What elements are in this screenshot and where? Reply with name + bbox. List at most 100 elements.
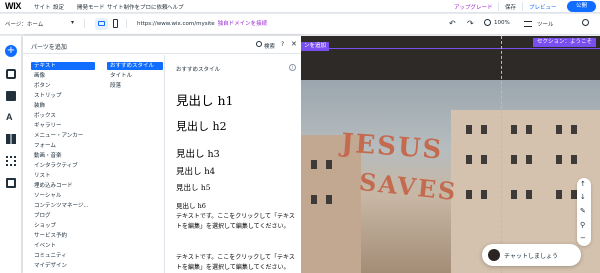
window <box>556 190 562 199</box>
wix-logo[interactable]: WIX <box>5 1 21 11</box>
page-selector[interactable]: ページ：ホーム <box>5 20 43 28</box>
search-icon[interactable] <box>256 41 262 47</box>
heading-h4-preset[interactable]: 見出し h4 <box>176 165 215 177</box>
window <box>526 155 532 164</box>
menu-settings[interactable]: 設定 <box>53 3 64 11</box>
undo-icon[interactable]: ↶ <box>449 19 456 28</box>
heading-h5-preset[interactable]: 見出し h5 <box>176 182 211 193</box>
chat-button[interactable]: チャットしましょう <box>482 244 581 266</box>
pencil-icon[interactable]: ✎ <box>580 207 586 215</box>
design-icon[interactable]: A <box>6 112 16 122</box>
site-canvas[interactable]: JESUS SAVES ンを追加 セクション：ようこそ チャットしましょう <box>301 36 600 273</box>
category-item[interactable]: 動画・音楽 <box>31 152 95 160</box>
add-section-tag[interactable]: ンを追加 <box>301 42 330 51</box>
menu-hire-pro[interactable]: サイト制作をプロに依頼 <box>107 3 168 11</box>
style-gallery: おすすめスタイル i 見出し h1 見出し h2 見出し h3 見出し h4 見… <box>171 55 301 273</box>
site-url-bar[interactable]: https://www.wix.com/mysite 独自ドメインを接続 <box>131 19 423 30</box>
category-item[interactable]: 装飾 <box>31 102 95 110</box>
add-elements-panel: パーツを追加 検索 ? ✕ テキスト 画像 ボタン ストリップ 装飾 ボックス … <box>23 36 301 273</box>
info-icon[interactable]: i <box>289 64 296 71</box>
category-item[interactable]: ボックス <box>31 112 95 120</box>
chevron-down-icon[interactable]: ▾ <box>71 19 74 26</box>
category-item[interactable]: インタラクティブ <box>31 162 95 170</box>
category-item[interactable]: ストリップ <box>31 92 95 100</box>
redo-icon[interactable]: ↷ <box>467 19 474 28</box>
divider <box>126 19 127 28</box>
category-item[interactable]: ブログ <box>31 212 95 220</box>
chat-icon <box>488 249 500 261</box>
category-item[interactable]: ギャラリー <box>31 122 95 130</box>
category-item[interactable]: ボタン <box>31 82 95 90</box>
search-icon[interactable] <box>582 19 589 26</box>
zoom-level[interactable]: 100% <box>494 20 510 26</box>
zoom-icon[interactable] <box>484 19 491 26</box>
category-item[interactable]: コミュニティ <box>31 252 95 260</box>
category-item[interactable]: サービス予約 <box>31 232 95 240</box>
category-text[interactable]: テキスト <box>31 62 95 70</box>
connect-domain-link[interactable]: 独自ドメインを接続 <box>218 21 268 27</box>
subcategory-featured[interactable]: おすすめスタイル <box>107 62 163 70</box>
window <box>466 125 472 134</box>
window <box>311 160 317 169</box>
window <box>311 195 317 204</box>
heading-h3-preset[interactable]: 見出し h3 <box>176 146 220 160</box>
window <box>526 190 532 199</box>
paragraph-preset[interactable]: テキストです。ここをクリックして「テキストを編集」を選択して編集してください。 <box>176 253 298 273</box>
window <box>556 155 562 164</box>
window <box>526 125 532 134</box>
section-label[interactable]: セクション：ようこそ <box>532 38 596 47</box>
preview-button[interactable]: プレビュー <box>529 3 557 11</box>
tools-icon[interactable] <box>524 21 532 27</box>
subcategory-list: おすすめスタイル タイトル 段落 <box>103 55 165 273</box>
panel-search-button[interactable]: 検索 <box>264 42 275 50</box>
arrow-up-icon[interactable]: ↑ <box>580 180 586 188</box>
business-icon[interactable] <box>6 156 16 166</box>
media-icon[interactable] <box>6 178 16 188</box>
upgrade-link[interactable]: アップグレード <box>454 3 493 11</box>
category-item[interactable]: ショップ <box>31 222 95 230</box>
category-item[interactable]: 画像 <box>31 72 95 80</box>
category-item[interactable]: ソーシャル <box>31 192 95 200</box>
heading-h2-preset[interactable]: 見出し h2 <box>176 118 227 134</box>
desktop-view-icon[interactable] <box>95 18 108 30</box>
menu-site[interactable]: サイト <box>34 3 51 11</box>
pages-icon[interactable] <box>6 91 16 101</box>
heading-h1-preset[interactable]: 見出し h1 <box>176 90 233 109</box>
apps-icon[interactable] <box>6 134 16 144</box>
divider <box>498 2 499 11</box>
subcategory-title[interactable]: タイトル <box>107 72 163 80</box>
arrow-down-icon[interactable]: ↓ <box>580 193 586 201</box>
menu-dev-mode[interactable]: 開発モード <box>77 3 105 11</box>
link-icon[interactable]: ⚲ <box>580 221 585 229</box>
window <box>511 125 517 134</box>
mobile-view-icon[interactable] <box>113 19 118 28</box>
heading-h6-preset[interactable]: 見出し h6 <box>176 200 206 210</box>
category-item[interactable]: メニュー・アンカー <box>31 132 95 140</box>
add-icon[interactable]: + <box>5 45 17 57</box>
window <box>511 190 517 199</box>
help-icon[interactable]: ? <box>281 41 284 48</box>
sign-text: SAVES <box>357 166 459 207</box>
minus-icon[interactable]: − <box>580 234 586 242</box>
category-item[interactable]: リスト <box>31 172 95 180</box>
menu-help[interactable]: ヘルプ <box>167 3 184 11</box>
subcategory-paragraph[interactable]: 段落 <box>107 82 163 90</box>
paragraph-preset[interactable]: テキストです。ここをクリックして「テキストを編集」を選択して編集してください。 <box>176 212 298 232</box>
window <box>481 190 487 199</box>
chat-label: チャットしましょう <box>504 253 558 260</box>
window <box>326 195 332 204</box>
window <box>511 155 517 164</box>
category-item[interactable]: イベント <box>31 242 95 250</box>
save-button[interactable]: 保存 <box>505 3 516 11</box>
left-rail: + A <box>0 36 22 273</box>
grid-guide <box>501 36 502 273</box>
window <box>481 125 487 134</box>
tools-button[interactable]: ツール <box>537 20 554 28</box>
sections-icon[interactable] <box>6 69 16 79</box>
category-item[interactable]: コンテンツマネージ... <box>31 202 95 210</box>
category-item[interactable]: マイデザイン <box>31 262 95 270</box>
category-item[interactable]: 埋め込みコード <box>31 182 95 190</box>
close-icon[interactable]: ✕ <box>291 40 297 48</box>
publish-button[interactable]: 公開 <box>567 1 596 12</box>
category-item[interactable]: フォーム <box>31 142 95 150</box>
